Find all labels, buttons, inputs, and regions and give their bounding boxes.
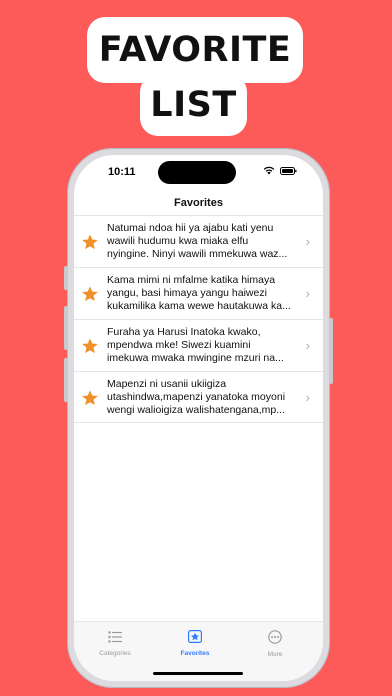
chevron-right-icon: › <box>305 338 310 353</box>
list-item[interactable]: Furaha ya Harusi Inatoka kwako, mpendwa … <box>74 319 323 371</box>
chevron-right-icon: › <box>305 286 310 301</box>
tab-categories[interactable]: Categories <box>85 630 145 657</box>
battery-icon <box>280 167 297 175</box>
list-item[interactable]: Kama mimi ni mfalme katika himaya yangu,… <box>74 267 323 319</box>
star-icon <box>82 338 98 354</box>
star-icon <box>82 390 98 406</box>
list-item[interactable]: Natumai ndoa hii ya ajabu kati yenu wawi… <box>74 215 323 267</box>
phone-side-button <box>329 318 333 384</box>
favorite-text: Mapenzi ni usanii ukiigiza utashindwa,ma… <box>107 378 286 416</box>
promo-headline: FAVORITE LIST <box>0 0 392 150</box>
star-icon <box>82 234 98 250</box>
star-icon <box>82 286 98 302</box>
phone-side-button <box>64 358 68 402</box>
status-bar: 10:11 <box>74 155 323 193</box>
page-title: Favorites <box>174 197 223 209</box>
tab-bar: Categories Favorites More <box>74 621 323 681</box>
status-time: 10:11 <box>108 166 136 178</box>
chevron-right-icon: › <box>305 234 310 249</box>
wifi-icon <box>263 166 275 175</box>
home-indicator <box>153 672 243 675</box>
favorite-text: Kama mimi ni mfalme katika himaya yangu,… <box>107 274 291 312</box>
phone-side-button <box>64 306 68 350</box>
star-icon <box>188 630 203 644</box>
tab-more[interactable]: More <box>245 630 305 658</box>
tab-favorites[interactable]: Favorites <box>165 630 225 657</box>
favorite-text: Natumai ndoa hii ya ajabu kati yenu wawi… <box>107 222 288 260</box>
favorites-list: Natumai ndoa hii ya ajabu kati yenu wawi… <box>74 215 323 423</box>
phone-side-button <box>64 266 68 290</box>
tab-label: Categories <box>99 650 131 657</box>
tab-label: More <box>267 651 283 658</box>
headline-line-2: LIST <box>140 74 247 136</box>
more-icon <box>268 630 282 644</box>
phone-screen: 10:11 Favorites Natumai ndoa hii ya ajab… <box>74 155 323 681</box>
favorite-text: Furaha ya Harusi Inatoka kwako, mpendwa … <box>107 326 284 364</box>
chevron-right-icon: › <box>305 390 310 405</box>
phone-frame: 10:11 Favorites Natumai ndoa hii ya ajab… <box>64 148 333 688</box>
list-item[interactable]: Mapenzi ni usanii ukiigiza utashindwa,ma… <box>74 371 323 423</box>
tab-label: Favorites <box>180 650 210 657</box>
dynamic-island <box>158 161 236 184</box>
list-icon <box>108 631 122 643</box>
